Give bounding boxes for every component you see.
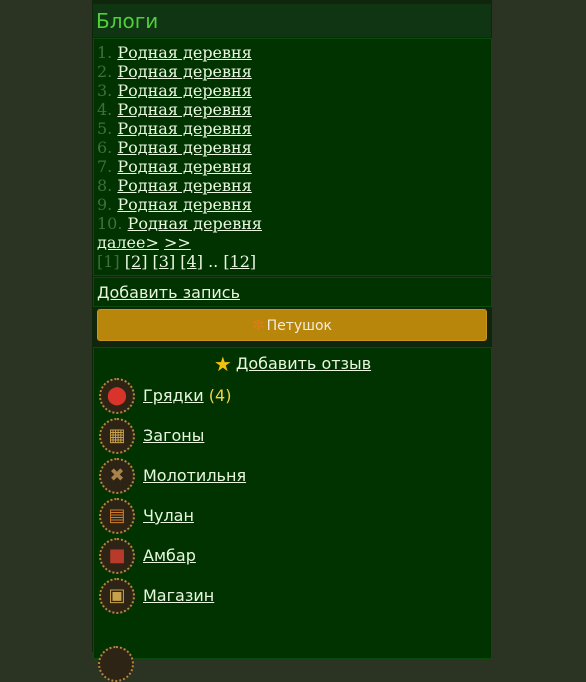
blog-link[interactable]: Родная деревня: [117, 62, 251, 81]
list-item-number: 9.: [97, 195, 113, 214]
pagination-next: далее> >>: [97, 233, 191, 252]
list-item: 6. Родная деревня: [97, 138, 252, 157]
list-item: 5. Родная деревня: [97, 119, 252, 138]
list-item: 1. Родная деревня: [97, 43, 252, 62]
list-item-number: 10.: [97, 214, 123, 233]
pen-icon[interactable]: ▦: [99, 418, 135, 454]
partial-menu-icon: [98, 646, 134, 682]
list-item: 9. Родная деревня: [97, 195, 252, 214]
list-item: 4. Родная деревня: [97, 100, 252, 119]
beds-link[interactable]: Грядки: [143, 386, 204, 405]
pagination: [1] [2] [3] [4] .. [12]: [97, 252, 256, 271]
pens-link[interactable]: Загоны: [143, 426, 204, 445]
list-item-number: 7.: [97, 157, 113, 176]
menu-item-label: Молотильня: [143, 466, 246, 485]
blog-link[interactable]: Родная деревня: [117, 100, 251, 119]
list-item-number: 8.: [97, 176, 113, 195]
barn-link[interactable]: Амбар: [143, 546, 196, 565]
blog-link[interactable]: Родная деревня: [117, 176, 251, 195]
tomato-icon[interactable]: ⬤: [99, 378, 135, 414]
mill-icon[interactable]: ✖: [99, 458, 135, 494]
list-item-number: 4.: [97, 100, 113, 119]
add-record-link[interactable]: Добавить запись: [97, 283, 240, 302]
list-item-number: 6.: [97, 138, 113, 157]
next-next-link[interactable]: >>: [164, 233, 191, 252]
shop-icon[interactable]: ▣: [99, 578, 135, 614]
thresher-link[interactable]: Молотильня: [143, 466, 246, 485]
list-item: 3. Родная деревня: [97, 81, 252, 100]
add-review: ★ Добавить отзыв: [94, 352, 491, 376]
list-item: 2. Родная деревня: [97, 62, 252, 81]
page-link[interactable]: [3]: [153, 252, 176, 271]
blog-link[interactable]: Родная деревня: [117, 157, 251, 176]
menu-item-label: Чулан: [143, 506, 194, 525]
list-item: 8. Родная деревня: [97, 176, 252, 195]
menu-item-label: Магазин: [143, 586, 214, 605]
page-container: Блоги 1. Родная деревня 2. Родная деревн…: [92, 0, 492, 682]
blog-link[interactable]: Родная деревня: [117, 138, 251, 157]
menu-item-label: Загоны: [143, 426, 204, 445]
blog-link[interactable]: Родная деревня: [128, 214, 262, 233]
rooster-button-label: Петушок: [266, 318, 332, 334]
blog-link[interactable]: Родная деревня: [117, 195, 251, 214]
list-item: 7. Родная деревня: [97, 157, 252, 176]
rooster-icon: ✼: [252, 316, 265, 334]
list-item-number: 5.: [97, 119, 113, 138]
page-link[interactable]: [4]: [180, 252, 203, 271]
blog-link[interactable]: Родная деревня: [117, 43, 251, 62]
list-item-number: 2.: [97, 62, 113, 81]
beds-count: (4): [208, 386, 232, 405]
add-review-link[interactable]: Добавить отзыв: [236, 354, 371, 373]
add-record-box: Добавить запись: [93, 277, 492, 307]
list-item-number: 1.: [97, 43, 113, 62]
menu-item-label: Амбар: [143, 546, 196, 565]
next-link[interactable]: далее>: [97, 233, 159, 252]
blogs-list: 1. Родная деревня 2. Родная деревня 3. Р…: [93, 38, 492, 276]
current-page: [1]: [97, 252, 120, 271]
page-title: Блоги: [96, 9, 159, 33]
closet-link[interactable]: Чулан: [143, 506, 194, 525]
pagination-ellipsis: ..: [208, 252, 219, 271]
blog-link[interactable]: Родная деревня: [117, 119, 251, 138]
last-page-link[interactable]: [12]: [223, 252, 256, 271]
barn-icon[interactable]: ■: [99, 538, 135, 574]
list-item: 10. Родная деревня: [97, 214, 262, 233]
list-item-number: 3.: [97, 81, 113, 100]
menu-item-label: Грядки (4): [143, 386, 231, 405]
shop-link[interactable]: Магазин: [143, 586, 214, 605]
star-icon: ★: [213, 352, 232, 376]
farm-menu: ★ Добавить отзыв ⬤ Грядки (4) ▦ Загоны ✖ …: [93, 347, 492, 682]
blogs-header: Блоги: [93, 4, 491, 38]
page-link[interactable]: [2]: [125, 252, 148, 271]
blog-link[interactable]: Родная деревня: [117, 81, 251, 100]
rooster-button[interactable]: ✼ Петушок: [97, 309, 487, 341]
closet-icon[interactable]: ▤: [99, 498, 135, 534]
